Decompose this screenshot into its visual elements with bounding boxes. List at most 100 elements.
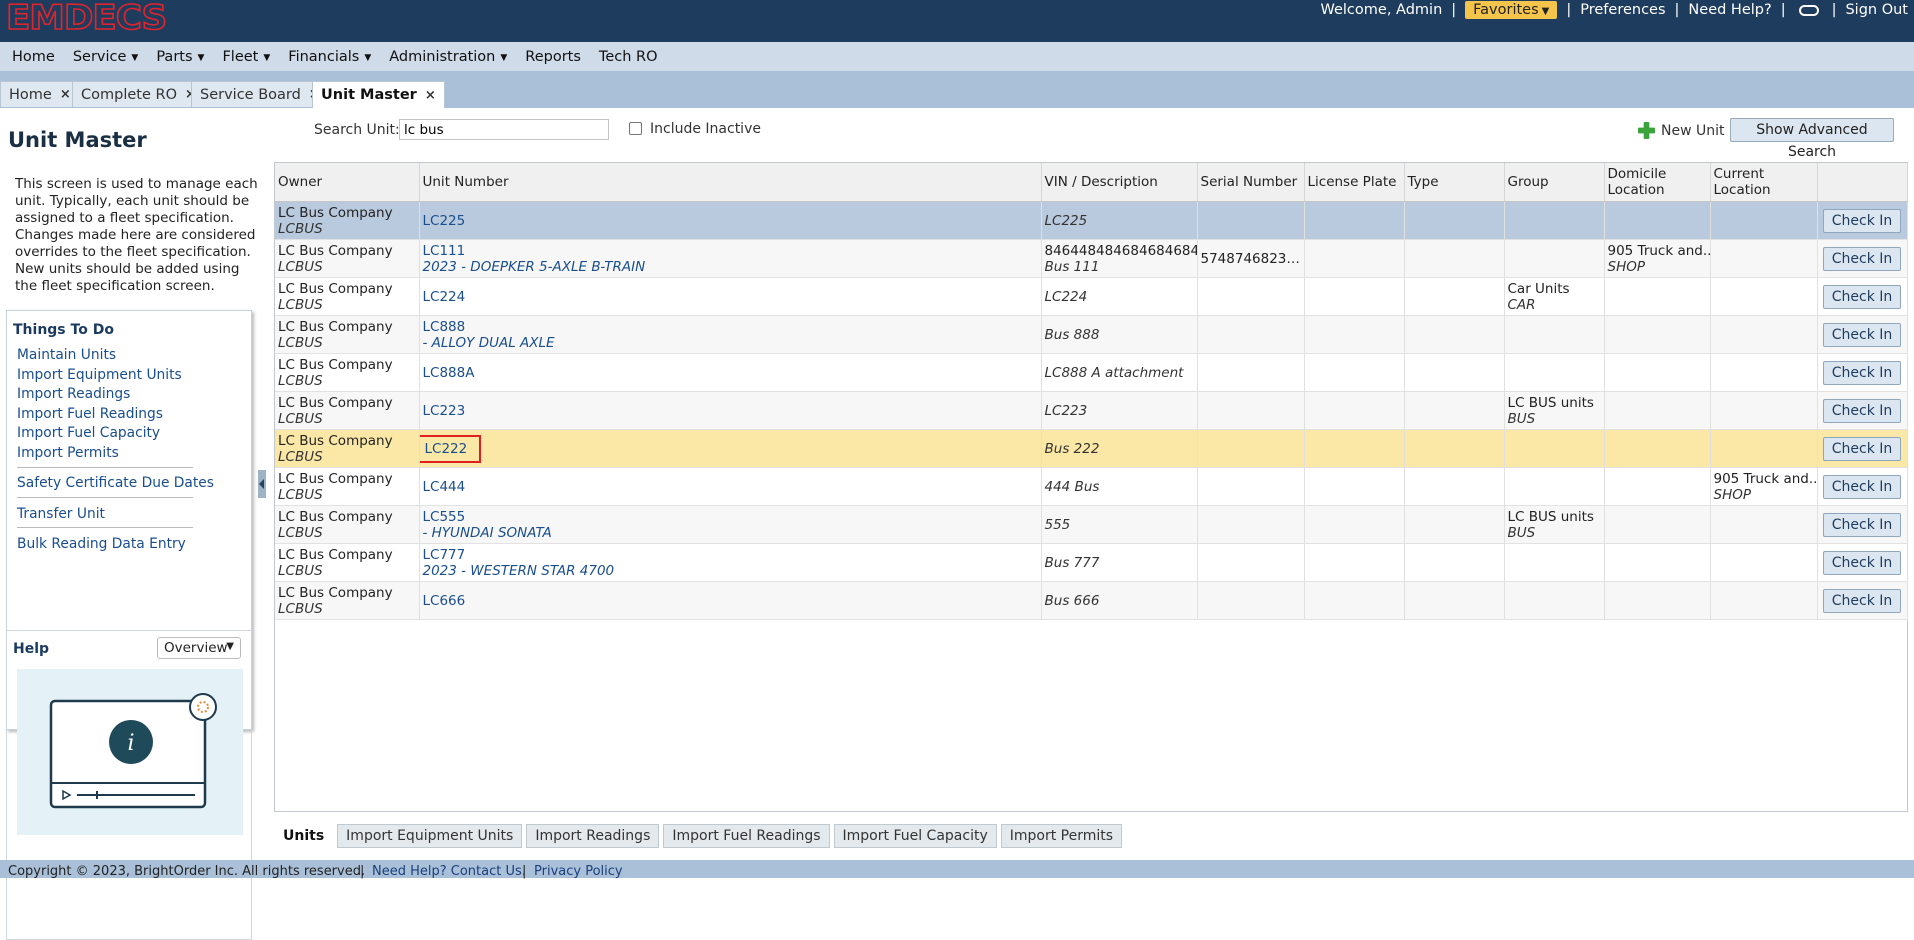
domicile-cell [1604,467,1711,506]
unit-number-link[interactable]: LC888 [423,319,466,335]
bottom-tab-import-readings[interactable]: Import Readings [526,824,660,848]
table-row[interactable]: LC Bus Company LCBUS LC555- HYUNDAI SONATA… [275,505,1908,544]
check-in-button[interactable]: Check In [1823,436,1901,461]
bottom-tab-import-fuel-capacity[interactable]: Import Fuel Capacity [833,824,997,848]
bottom-tab-units[interactable]: Units [274,824,334,848]
check-in-button[interactable]: Check In [1823,550,1901,575]
menu-administration[interactable]: Administration ▼ [377,49,513,65]
top-bar: EMDECS Welcome, Admin | Favorites ▼ | Pre… [0,0,1914,42]
link-import-equipment-units[interactable]: Import Equipment Units [17,367,182,383]
link-import-permits[interactable]: Import Permits [17,445,119,461]
check-in-button[interactable]: Check In [1823,398,1901,423]
owner-cell: LC Bus Company LCBUS [275,239,420,278]
close-icon[interactable]: × [425,88,436,103]
owner-code: LCBUS [278,220,323,237]
link-transfer-unit[interactable]: Transfer Unit [17,506,105,522]
include-inactive-checkbox[interactable] [629,122,642,135]
license-plate-cell [1304,239,1405,278]
table-row[interactable]: LC Bus Company LCBUS LC223 LC223 LC BUS unit… [275,391,1908,430]
menu-financials[interactable]: Financials ▼ [276,49,377,65]
help-topic-select[interactable]: Overview ▼ [157,637,241,659]
column-header-group[interactable]: Group [1504,163,1605,202]
favorites-button[interactable]: Favorites ▼ [1465,1,1558,19]
unit-number-link[interactable]: LC111 [423,243,466,259]
close-icon[interactable]: × [60,87,71,102]
check-in-button[interactable]: Check In [1823,474,1901,499]
unit-number-cell: LC225 [419,201,1042,240]
bottom-tab-import-equipment-units[interactable]: Import Equipment Units [337,824,523,848]
column-header-serial[interactable]: Serial Number [1197,163,1305,202]
table-row[interactable]: LC Bus Company LCBUS LC666 Bus 666 Check In [275,581,1908,620]
link-import-readings[interactable]: Import Readings [17,386,130,402]
unit-number-cell: LC224 [419,277,1042,316]
check-in-button[interactable]: Check In [1823,512,1901,537]
menu-home[interactable]: Home [0,49,61,65]
unit-number-link[interactable]: LC666 [423,593,466,609]
bottom-tab-import-fuel-readings[interactable]: Import Fuel Readings [663,824,830,848]
column-header-domicile-location[interactable]: Domicile Location [1604,163,1711,202]
table-row[interactable]: LC Bus Company LCBUS LC444 444 Bus 905 Truck… [275,467,1908,506]
table-row[interactable]: LC Bus Company LCBUS LC111 2023 - DOEPKER 5… [275,239,1908,278]
column-header-license-plate[interactable]: License Plate [1304,163,1405,202]
table-row[interactable]: LC Bus Company LCBUS LC888- ALLOY DUAL AXL… [275,315,1908,354]
table-row[interactable]: LC Bus Company LCBUS LC222 Bus 222 Check In [275,429,1908,468]
bottom-tab-import-permits[interactable]: Import Permits [1000,824,1123,848]
tab-unit-master[interactable]: Unit Master × [312,81,445,108]
column-header-vin[interactable]: VIN / Description [1041,163,1198,202]
show-advanced-search-button[interactable]: Show Advanced Search [1730,118,1894,160]
emdecs-logo[interactable]: EMDECS [5,0,168,39]
vin-description: 555 [1044,516,1071,533]
unit-number-link[interactable]: LC555 [423,509,466,525]
unit-number-link[interactable]: LC224 [423,289,466,305]
menu-service[interactable]: Service ▼ [61,49,145,65]
domicile-cell [1604,429,1711,468]
column-header-owner[interactable]: Owner [275,163,420,202]
new-unit-button[interactable]: New Unit [1638,122,1725,139]
license-plate-cell [1304,315,1405,354]
unit-number-link[interactable]: LC223 [423,403,466,419]
table-row[interactable]: LC Bus Company LCBUS LC777 2023 - WESTERN S… [275,543,1908,582]
sign-out-link[interactable]: Sign Out [1845,2,1908,18]
help-video-thumbnail[interactable]: i [17,669,243,835]
menu-parts[interactable]: Parts ▼ [144,49,210,65]
table-row[interactable]: LC Bus Company LCBUS LC224 LC224 Car Units CA… [275,277,1908,316]
menu-fleet[interactable]: Fleet ▼ [210,49,276,65]
check-in-button[interactable]: Check In [1823,360,1901,385]
tab-home[interactable]: Home × [0,81,80,107]
unit-number-link[interactable]: LC444 [423,479,466,495]
unit-number-link[interactable]: LC225 [423,213,466,229]
tab-service-board[interactable]: Service Board× [191,81,329,107]
check-in-button[interactable]: Check In [1823,588,1901,613]
tab-complete-ro[interactable]: Complete RO× [72,81,205,107]
unit-number-link[interactable]: LC888A [423,365,475,381]
table-row[interactable]: LC Bus Company LCBUS LC888A LC888 A attachm… [275,353,1908,392]
help-title: Help [13,641,50,657]
table-row[interactable]: LC Bus Company LCBUS LC225 LC225 Check In [275,201,1908,240]
check-in-button[interactable]: Check In [1823,246,1901,271]
menu-reports[interactable]: Reports [513,49,587,65]
preferences-link[interactable]: Preferences [1580,2,1665,18]
check-in-button[interactable]: Check In [1823,284,1901,309]
column-header-type[interactable]: Type [1404,163,1505,202]
unit-number-link[interactable]: LC777 [423,547,466,563]
check-in-button[interactable]: Check In [1823,322,1901,347]
unit-number-link[interactable]: LC222 [425,441,468,457]
link-import-fuel-capacity[interactable]: Import Fuel Capacity [17,425,160,441]
actions-cell: Check In [1817,505,1908,544]
current-location-cell [1710,581,1818,620]
link-safety-certificate-due-dates[interactable]: Safety Certificate Due Dates [17,475,214,491]
link-import-fuel-readings[interactable]: Import Fuel Readings [17,406,163,422]
need-help-link[interactable]: Need Help? [1688,2,1771,18]
menu-tech-ro[interactable]: Tech RO [587,49,664,65]
check-in-button[interactable]: Check In [1823,208,1901,233]
search-unit-input[interactable] [399,119,609,140]
link-maintain-units[interactable]: Maintain Units [17,347,116,363]
contact-us-link[interactable]: Need Help? Contact Us. [372,864,526,879]
column-header-unit-number[interactable]: Unit Number [419,163,1042,202]
toggle-icon[interactable] [1798,4,1819,16]
collapse-arrow-icon[interactable] [258,470,266,498]
vin-description: Bus 777 [1044,554,1100,571]
column-header-current-location[interactable]: Current Location [1710,163,1818,202]
privacy-policy-link[interactable]: Privacy Policy [534,864,623,879]
link-bulk-reading-data-entry[interactable]: Bulk Reading Data Entry [17,536,186,552]
